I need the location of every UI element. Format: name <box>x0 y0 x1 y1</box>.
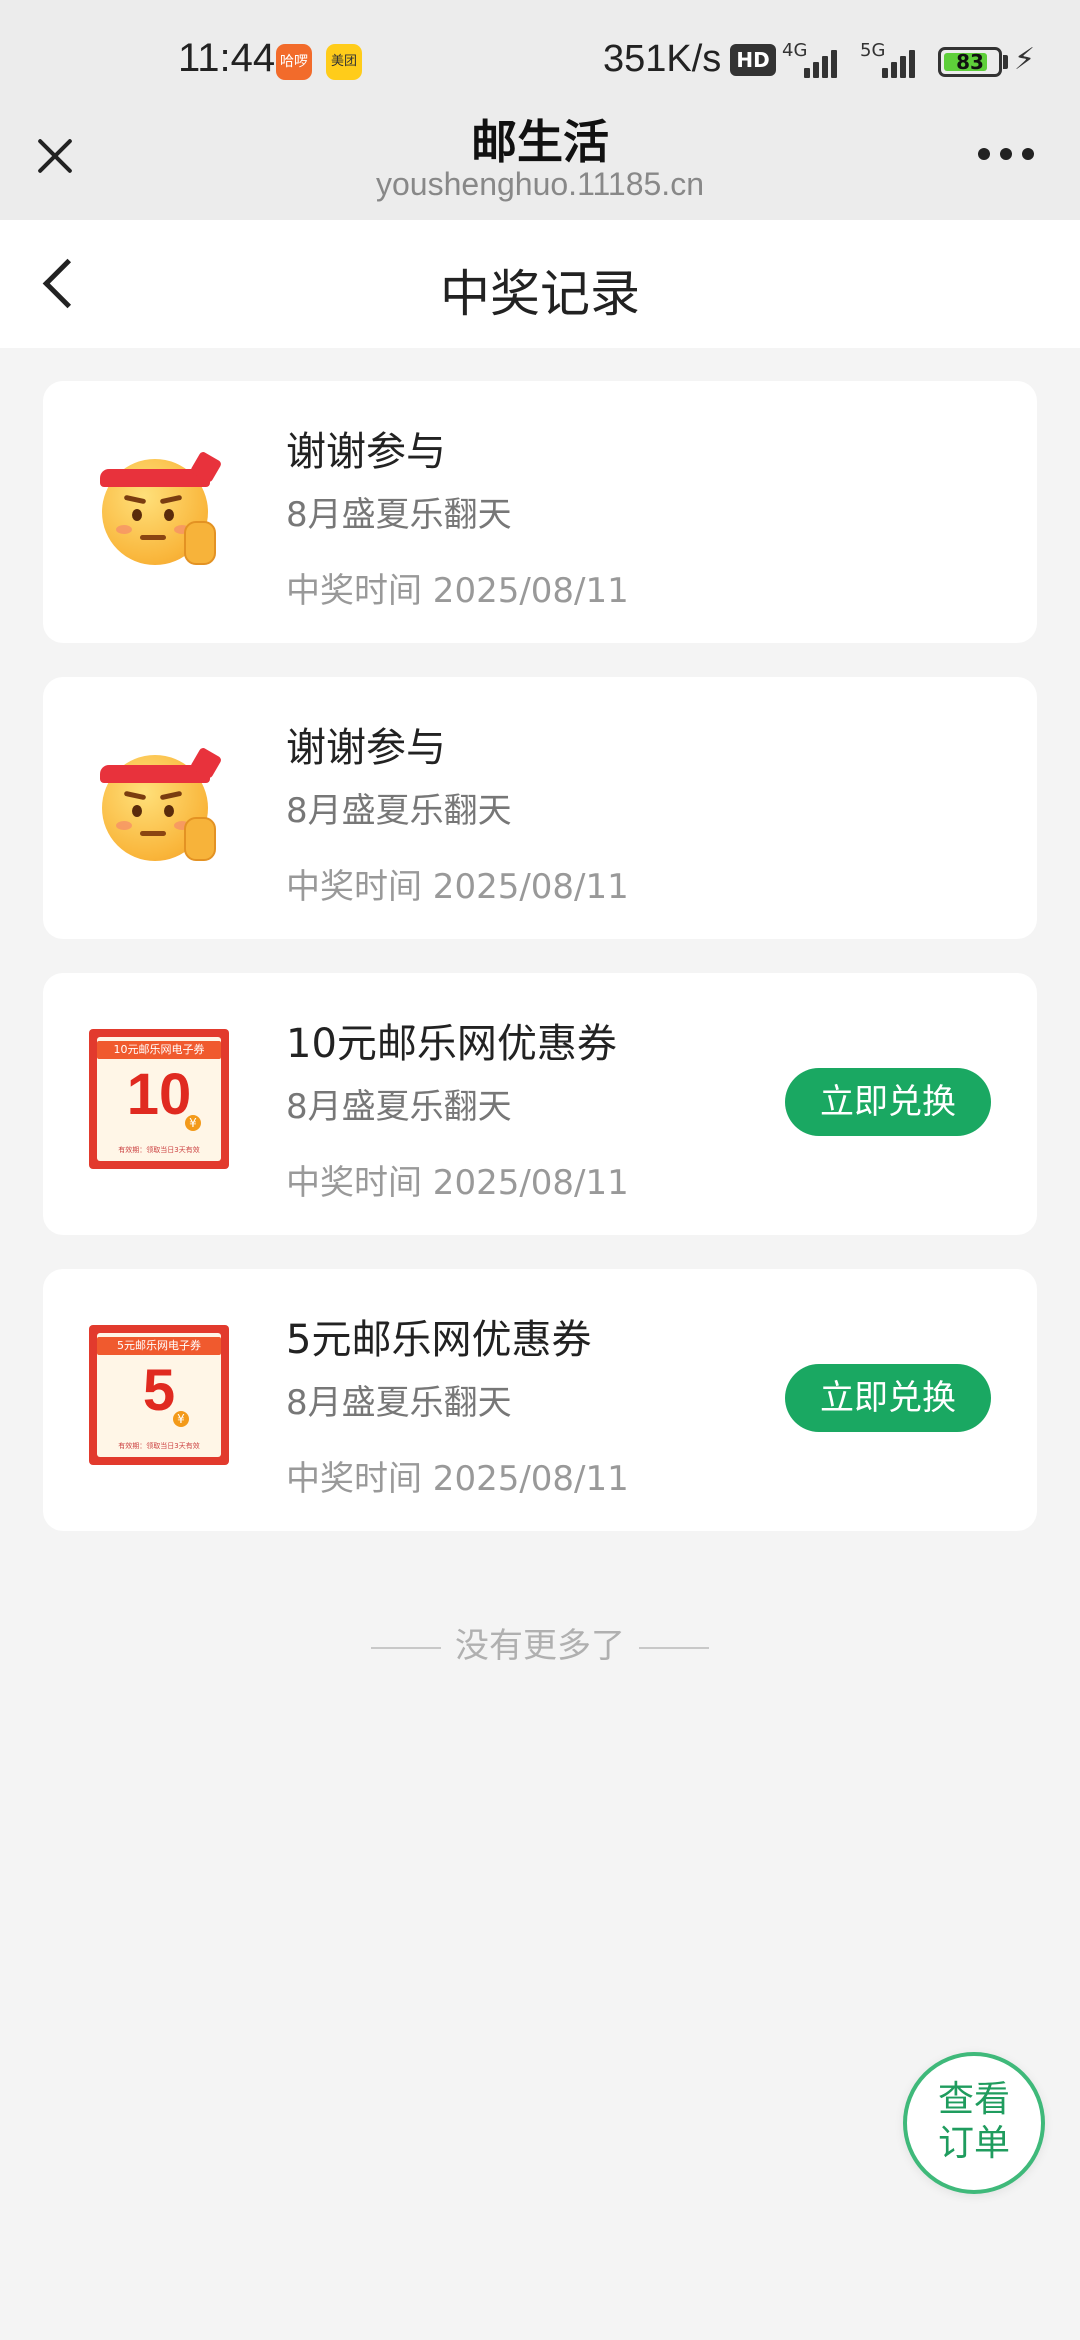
page-header: 中奖记录 <box>0 220 1080 348</box>
coupon-image: 10元邮乐网电子券 10 ¥ 有效期：领取当日3天有效 <box>89 1029 229 1169</box>
battery-level: 83 <box>956 50 984 74</box>
coupon-image: 5元邮乐网电子券 5 ¥ 有效期：领取当日3天有效 <box>89 1325 229 1465</box>
status-time: 11:44 <box>178 36 276 80</box>
view-orders-button[interactable]: 查看 订单 <box>903 2052 1045 2194</box>
more-icon[interactable] <box>978 148 1034 162</box>
coupon-foot: 有效期：领取当日3天有效 <box>118 1442 200 1450</box>
redeem-button[interactable]: 立即兑换 <box>785 1068 991 1136</box>
win-time: 中奖时间 2025/08/11 <box>286 1163 629 1203</box>
no-more-text: 没有更多了 <box>455 1626 625 1666</box>
prize-record-card: 5元邮乐网电子券 5 ¥ 有效期：领取当日3天有效 5元邮乐网优惠券 8月盛夏乐… <box>43 1269 1037 1531</box>
signal-icon <box>800 46 842 78</box>
app-title: 邮生活 <box>471 115 609 169</box>
activity-name: 8月盛夏乐翻天 <box>286 1087 512 1127</box>
hd-voice-icon: HD <box>730 44 776 76</box>
prize-title: 谢谢参与 <box>286 725 446 771</box>
coupon-amount: 10 <box>126 1062 192 1127</box>
win-time: 中奖时间 2025/08/11 <box>286 867 629 907</box>
page-title: 中奖记录 <box>440 265 640 323</box>
prize-record-card: 谢谢参与 8月盛夏乐翻天 中奖时间 2025/08/11 <box>43 381 1037 643</box>
win-time: 中奖时间 2025/08/11 <box>286 1459 629 1499</box>
no-more-indicator: 没有更多了 <box>0 1618 1080 1667</box>
divider <box>371 1646 441 1649</box>
activity-name: 8月盛夏乐翻天 <box>286 495 512 535</box>
coupon-head: 5元邮乐网电子券 <box>97 1337 221 1355</box>
battery-icon: 83 <box>938 47 1002 77</box>
battery-cap <box>1003 55 1008 69</box>
divider <box>639 1646 709 1649</box>
activity-name: 8月盛夏乐翻天 <box>286 1383 512 1423</box>
status-bar: 11:44 哈啰 美团 351K/s HD 4G 5G 83 ⚡ <box>0 0 1080 100</box>
coupon-head: 10元邮乐网电子券 <box>97 1041 221 1059</box>
meituan-notification-icon: 美团 <box>326 44 362 80</box>
prize-record-card: 谢谢参与 8月盛夏乐翻天 中奖时间 2025/08/11 <box>43 677 1037 939</box>
activity-name: 8月盛夏乐翻天 <box>286 791 512 831</box>
yen-icon: ¥ <box>173 1411 189 1427</box>
thanks-emoji-icon <box>98 746 223 865</box>
mini-app-header: 邮生活 youshenghuo.11185.cn <box>0 100 1080 220</box>
prize-record-card: 10元邮乐网电子券 10 ¥ 有效期：领取当日3天有效 10元邮乐网优惠券 8月… <box>43 973 1037 1235</box>
yen-icon: ¥ <box>185 1115 201 1131</box>
redeem-button[interactable]: 立即兑换 <box>785 1364 991 1432</box>
view-orders-line1: 查看 <box>937 2079 1010 2120</box>
view-orders-line2: 订单 <box>937 2123 1010 2164</box>
prize-record-list: 谢谢参与 8月盛夏乐翻天 中奖时间 2025/08/11 谢谢参与 8月盛夏乐翻… <box>43 381 1037 1565</box>
app-url: youshenghuo.11185.cn <box>376 166 704 202</box>
prize-title: 10元邮乐网优惠券 <box>286 1021 617 1067</box>
win-time: 中奖时间 2025/08/11 <box>286 571 629 611</box>
coupon-foot: 有效期：领取当日3天有效 <box>118 1146 200 1154</box>
signal-icon <box>878 46 920 78</box>
prize-title: 谢谢参与 <box>286 429 446 475</box>
thanks-emoji-icon <box>98 450 223 569</box>
app-notification-icon: 哈啰 <box>276 44 312 80</box>
prize-title: 5元邮乐网优惠券 <box>286 1317 592 1363</box>
charging-icon: ⚡ <box>1014 42 1036 77</box>
coupon-amount: 5 <box>142 1358 176 1423</box>
network-speed: 351K/s <box>603 38 722 80</box>
